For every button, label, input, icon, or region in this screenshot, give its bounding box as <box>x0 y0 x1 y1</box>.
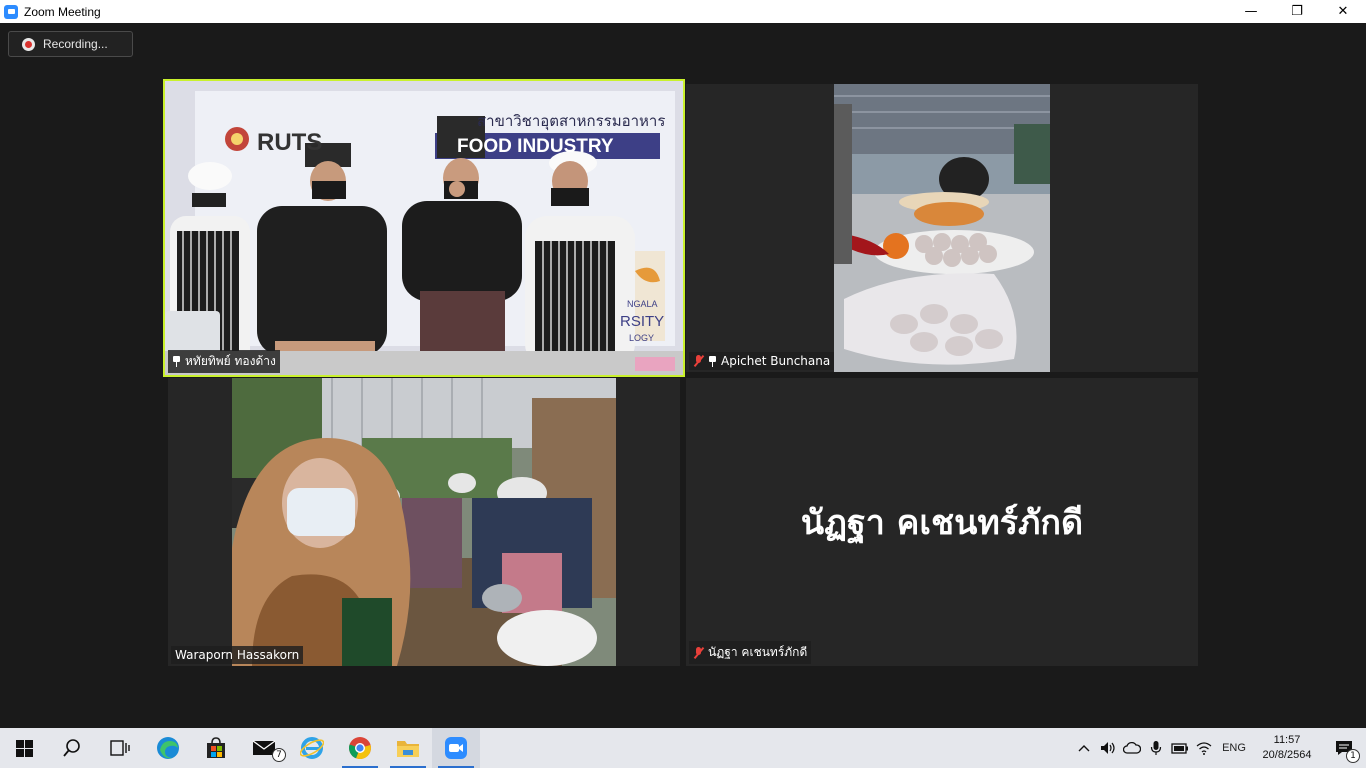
participant-video-2 <box>834 84 1050 372</box>
edge-icon <box>157 737 179 759</box>
zoom-icon <box>445 737 467 759</box>
network-button[interactable] <box>1192 728 1216 768</box>
video-text-banner: FOOD INDUSTRY <box>457 136 614 157</box>
taskbar: 7 ENG 11:57 20/8/2564 1 <box>0 728 1366 768</box>
muted-mic-icon <box>693 646 704 659</box>
participant-tile-4[interactable]: นัฏฐา คเชนทร์ภักดี นัฏฐา คเชนทร์ภักดี <box>686 378 1198 666</box>
notification-badge: 1 <box>1346 749 1360 763</box>
onedrive-button[interactable] <box>1120 728 1144 768</box>
participant-display-name: นัฏฐา คเชนทร์ภักดี <box>800 503 1084 543</box>
store-icon <box>207 737 225 758</box>
meeting-area: Recording... สาขาวิชาอุตสาหกรรมอาหาร FOO… <box>0 23 1366 728</box>
participant-name: Apichet Bunchana <box>721 354 831 368</box>
task-view-button[interactable] <box>96 728 144 768</box>
search-button[interactable] <box>48 728 96 768</box>
participant-video-1: สาขาวิชาอุตสาหกรรมอาหาร FOOD INDUSTRY RU… <box>165 81 683 375</box>
window-title: Zoom Meeting <box>24 4 101 19</box>
file-explorer-button[interactable] <box>384 728 432 768</box>
participant-name: นัฏฐา คเชนทร์ภักดี <box>708 645 808 659</box>
participant-name-label: หทัยทิพย์ ทองด้าง <box>168 350 280 373</box>
recording-indicator[interactable]: Recording... <box>8 31 133 57</box>
battery-icon <box>1171 743 1188 754</box>
minimize-button[interactable]: — <box>1228 0 1274 23</box>
participant-video-3 <box>232 378 616 666</box>
video-text-sign2: RSITY <box>620 313 665 330</box>
mail-badge: 7 <box>272 748 286 762</box>
window-controls: — ❐ ✕ <box>1228 0 1366 23</box>
close-button[interactable]: ✕ <box>1320 0 1366 23</box>
chrome-icon <box>349 737 371 760</box>
video-frame <box>834 84 1050 372</box>
volume-button[interactable] <box>1096 728 1120 768</box>
input-language-button[interactable]: ENG <box>1216 728 1252 768</box>
title-bar: Zoom Meeting — ❐ ✕ <box>0 0 1366 23</box>
cloud-icon <box>1123 742 1141 754</box>
clock-time: 11:57 <box>1273 734 1301 746</box>
participant-name-label: นัฏฐา คเชนทร์ภักดี <box>689 641 812 664</box>
pin-icon <box>708 355 717 367</box>
zoom-app-icon <box>4 4 18 19</box>
wifi-icon <box>1196 742 1212 755</box>
pin-icon <box>172 356 181 367</box>
internet-explorer-button[interactable] <box>288 728 336 768</box>
action-center-button[interactable]: 1 <box>1322 728 1366 768</box>
participant-name: Waraporn Hassakorn <box>175 648 300 662</box>
clock[interactable]: 11:57 20/8/2564 <box>1252 733 1322 763</box>
restore-button[interactable]: ❐ <box>1274 0 1320 23</box>
task-view-icon <box>110 740 130 756</box>
recording-icon <box>22 37 35 51</box>
language-label: ENG <box>1222 742 1246 754</box>
chrome-button[interactable] <box>336 728 384 768</box>
folder-icon <box>397 741 419 757</box>
start-button[interactable] <box>0 728 48 768</box>
muted-mic-icon <box>693 355 704 367</box>
participant-tile-1[interactable]: สาขาวิชาอุตสาหกรรมอาหาร FOOD INDUSTRY RU… <box>163 79 685 377</box>
video-text-logo: RUTS <box>257 129 323 156</box>
store-button[interactable] <box>192 728 240 768</box>
system-tray: ENG 11:57 20/8/2564 1 <box>1072 728 1366 768</box>
clock-date: 20/8/2564 <box>1262 749 1312 761</box>
chevron-up-icon <box>1078 745 1090 752</box>
video-text-heading: สาขาวิชาอุตสาหกรรมอาหาร <box>477 112 666 130</box>
battery-button[interactable] <box>1168 728 1192 768</box>
microphone-icon <box>1150 741 1162 755</box>
video-text-sign1: NGALA <box>627 299 658 309</box>
windows-start-icon <box>15 739 33 757</box>
search-icon <box>63 739 80 757</box>
microphone-button[interactable] <box>1144 728 1168 768</box>
video-frame <box>232 378 616 666</box>
participant-name: หทัยทิพย์ ทองด้าง <box>185 354 276 368</box>
internet-explorer-icon <box>300 737 324 759</box>
edge-button[interactable] <box>144 728 192 768</box>
recording-label: Recording... <box>43 37 108 51</box>
zoom-button[interactable] <box>432 728 480 768</box>
participant-name-label: Apichet Bunchana <box>689 352 835 370</box>
participant-tile-3[interactable]: Waraporn Hassakorn <box>168 378 680 666</box>
participant-tile-2[interactable]: Apichet Bunchana <box>686 84 1198 372</box>
show-hidden-icons-button[interactable] <box>1072 728 1096 768</box>
volume-icon <box>1101 742 1115 754</box>
participant-name-label: Waraporn Hassakorn <box>171 646 304 664</box>
mail-button[interactable]: 7 <box>240 728 288 768</box>
video-text-sign3: LOGY <box>629 333 655 343</box>
